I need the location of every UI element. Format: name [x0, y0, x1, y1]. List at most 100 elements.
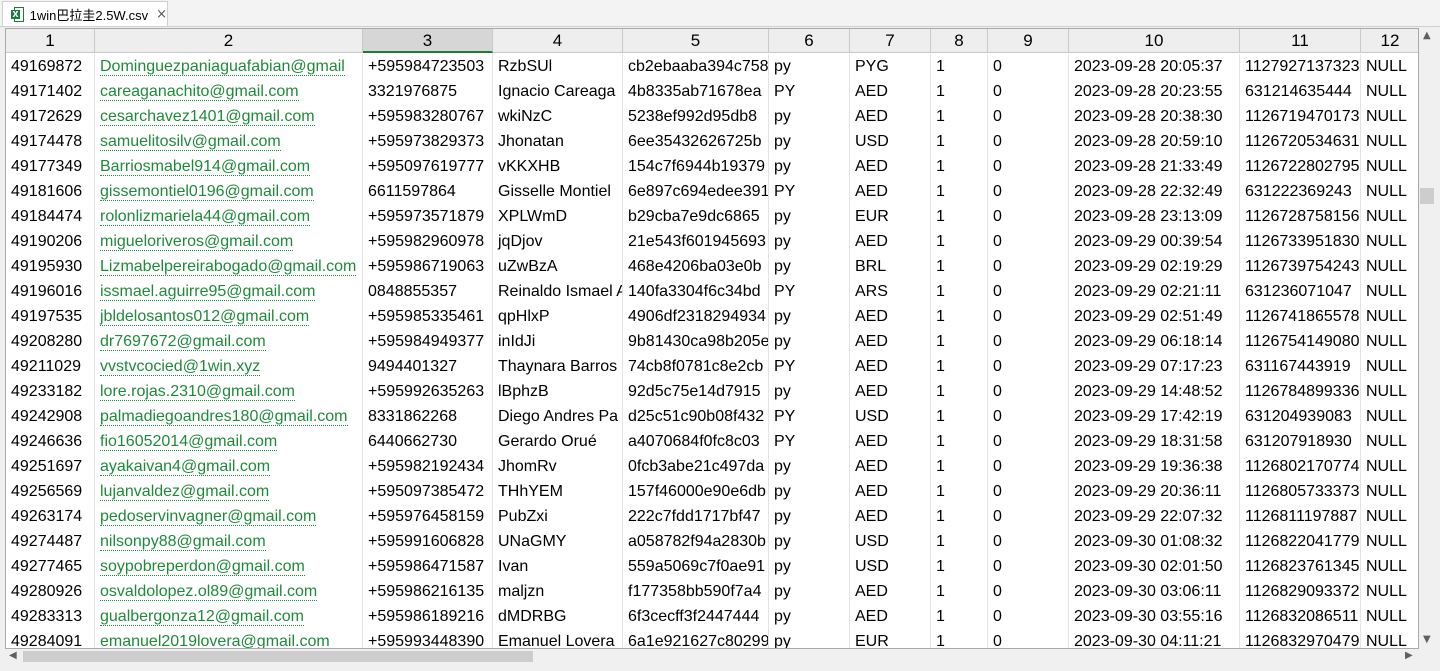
table-cell[interactable]: 0 [988, 429, 1069, 454]
email-link[interactable]: careaganachito@gmail.com [100, 83, 299, 101]
table-cell[interactable]: cesarchavez1401@gmail.com [95, 104, 363, 129]
table-cell[interactable]: 559a5069c7f0ae91 [623, 554, 769, 579]
table-cell[interactable]: 49184474 [6, 204, 95, 229]
table-cell[interactable]: 0 [988, 354, 1069, 379]
table-cell[interactable]: 2023-09-29 17:42:19 [1069, 404, 1240, 429]
table-cell[interactable]: +595991606828 [363, 529, 493, 554]
table-cell[interactable]: NULL [1361, 404, 1418, 429]
table-cell[interactable]: 631222369243 [1240, 179, 1361, 204]
table-cell[interactable]: 9b81430ca98b205e [623, 329, 769, 354]
table-cell[interactable]: py [769, 304, 850, 329]
table-cell[interactable]: +595097385472 [363, 479, 493, 504]
table-cell[interactable]: a4070684f0fc8c03 [623, 429, 769, 454]
table-cell[interactable]: 1126728758156 [1240, 204, 1361, 229]
table-cell[interactable]: 1126822041779 [1240, 529, 1361, 554]
table-cell[interactable]: AED [850, 79, 931, 104]
table-cell[interactable]: 2023-09-28 20:38:30 [1069, 104, 1240, 129]
table-cell[interactable]: 2023-09-29 22:07:32 [1069, 504, 1240, 529]
table-cell[interactable]: 49177349 [6, 154, 95, 179]
table-cell[interactable]: 157f46000e90e6db [623, 479, 769, 504]
table-cell[interactable]: lBphzB [493, 379, 623, 404]
table-cell[interactable]: 0 [988, 129, 1069, 154]
table-cell[interactable]: AED [850, 579, 931, 604]
table-cell[interactable]: 49274487 [6, 529, 95, 554]
table-cell[interactable]: 49256569 [6, 479, 95, 504]
table-cell[interactable]: 1126720534631 [1240, 129, 1361, 154]
table-cell[interactable]: 8331862268 [363, 404, 493, 429]
table-cell[interactable]: USD [850, 529, 931, 554]
table-cell[interactable]: 1 [931, 379, 988, 404]
table-cell[interactable]: PubZxi [493, 504, 623, 529]
table-cell[interactable]: py [769, 229, 850, 254]
table-cell[interactable]: 1126722802795 [1240, 154, 1361, 179]
table-cell[interactable]: Gisselle Montiel [493, 179, 623, 204]
table-cell[interactable]: migueloriveros@gmail.com [95, 229, 363, 254]
table-cell[interactable]: Thaynara Barros [493, 354, 623, 379]
table-cell[interactable]: 49174478 [6, 129, 95, 154]
table-cell[interactable]: +595992635263 [363, 379, 493, 404]
table-cell[interactable]: Diego Andres Pa [493, 404, 623, 429]
table-cell[interactable]: +595986189216 [363, 604, 493, 629]
table-cell[interactable]: 49211029 [6, 354, 95, 379]
table-cell[interactable]: EUR [850, 629, 931, 648]
email-link[interactable]: issmael.aguirre95@gmail.com [100, 283, 316, 301]
table-cell[interactable]: EUR [850, 204, 931, 229]
column-header-9[interactable]: 9 [988, 29, 1069, 53]
table-cell[interactable]: 2023-09-29 07:17:23 [1069, 354, 1240, 379]
table-cell[interactable]: 1127927137323 [1240, 54, 1361, 79]
table-cell[interactable]: py [769, 204, 850, 229]
table-cell[interactable]: NULL [1361, 229, 1418, 254]
table-cell[interactable]: 0 [988, 479, 1069, 504]
table-cell[interactable]: 2023-09-29 00:39:54 [1069, 229, 1240, 254]
table-cell[interactable]: 2023-09-29 19:36:38 [1069, 454, 1240, 479]
table-cell[interactable]: 1 [931, 279, 988, 304]
table-cell[interactable]: NULL [1361, 379, 1418, 404]
table-cell[interactable]: 6ee35432626725b [623, 129, 769, 154]
table-cell[interactable]: AED [850, 379, 931, 404]
table-cell[interactable]: 0 [988, 204, 1069, 229]
table-cell[interactable]: AED [850, 179, 931, 204]
table-cell[interactable]: 631214635444 [1240, 79, 1361, 104]
table-cell[interactable]: uZwBzA [493, 254, 623, 279]
table-cell[interactable]: +595985335461 [363, 304, 493, 329]
email-link[interactable]: nilsonpy88@gmail.com [100, 533, 266, 551]
table-cell[interactable]: 0 [988, 54, 1069, 79]
email-link[interactable]: fio16052014@gmail.com [100, 433, 278, 451]
table-cell[interactable]: py [769, 454, 850, 479]
table-cell[interactable]: 1 [931, 629, 988, 648]
table-cell[interactable]: Jhonatan [493, 129, 623, 154]
table-cell[interactable]: NULL [1361, 279, 1418, 304]
table-cell[interactable]: 1126754149080 [1240, 329, 1361, 354]
email-link[interactable]: dr7697672@gmail.com [100, 333, 266, 351]
table-cell[interactable]: XPLWmD [493, 204, 623, 229]
table-cell[interactable]: py [769, 154, 850, 179]
table-cell[interactable]: 0 [988, 554, 1069, 579]
table-cell[interactable]: 1 [931, 329, 988, 354]
table-cell[interactable]: gissemontiel0196@gmail.com [95, 179, 363, 204]
table-cell[interactable]: vKKXHB [493, 154, 623, 179]
table-cell[interactable]: NULL [1361, 129, 1418, 154]
table-cell[interactable]: 1 [931, 479, 988, 504]
table-cell[interactable]: 1 [931, 54, 988, 79]
table-cell[interactable]: 9494401327 [363, 354, 493, 379]
table-cell[interactable]: py [769, 379, 850, 404]
table-cell[interactable]: 1 [931, 429, 988, 454]
table-cell[interactable]: NULL [1361, 104, 1418, 129]
table-cell[interactable]: 92d5c75e14d7915 [623, 379, 769, 404]
table-cell[interactable]: AED [850, 354, 931, 379]
table-cell[interactable]: 49233182 [6, 379, 95, 404]
table-cell[interactable]: py [769, 629, 850, 648]
column-header-7[interactable]: 7 [850, 29, 931, 53]
table-cell[interactable]: 1126832970479 [1240, 629, 1361, 648]
table-cell[interactable]: gualbergonza12@gmail.com [95, 604, 363, 629]
email-link[interactable]: vvstvcocied@1win.xyz [100, 358, 261, 376]
email-link[interactable]: gualbergonza12@gmail.com [100, 608, 304, 626]
table-cell[interactable]: 140fa3304f6c34bd [623, 279, 769, 304]
table-cell[interactable]: d25c51c90b08f432 [623, 404, 769, 429]
table-cell[interactable]: 631204939083 [1240, 404, 1361, 429]
table-cell[interactable]: 49197535 [6, 304, 95, 329]
table-cell[interactable]: issmael.aguirre95@gmail.com [95, 279, 363, 304]
table-cell[interactable]: 49195930 [6, 254, 95, 279]
table-cell[interactable]: AED [850, 154, 931, 179]
email-link[interactable]: Lizmabelpereirabogado@gmail.com [100, 258, 357, 276]
